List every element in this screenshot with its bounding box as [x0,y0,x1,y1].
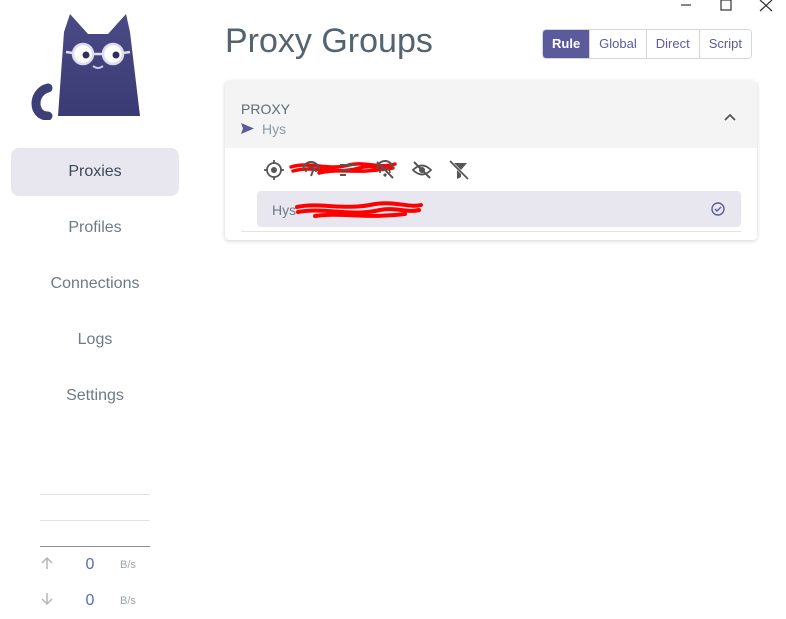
sort-icon[interactable] [337,159,359,181]
proxy-group-card: PROXY Hys Hys [225,81,757,240]
group-toolbar [263,159,485,181]
page-title: Proxy Groups [225,22,433,60]
sidebar-nav: Proxies Profiles Connections Logs Settin… [11,148,179,428]
delay-test-icon[interactable] [300,159,322,181]
sidebar-item-connections[interactable]: Connections [11,260,179,308]
send-icon [241,121,254,137]
traffic-divider [40,494,150,495]
proxy-group-header[interactable]: PROXY Hys [225,81,757,175]
download-row: 0 B/s [40,583,150,619]
upload-speed-unit: B/s [120,559,136,571]
sidebar: Proxies Profiles Connections Logs Settin… [0,0,190,609]
proxy-item-name: Hys [272,202,297,218]
traffic-divider [40,520,150,521]
minimize-icon [681,4,691,6]
filter-icon[interactable] [448,159,470,181]
traffic-panel: 0 B/s 0 B/s [40,494,150,619]
mode-script-button[interactable]: Script [698,30,751,58]
upload-row: 0 B/s [40,547,150,583]
locate-icon[interactable] [263,159,285,181]
arrow-down-icon [40,592,60,611]
group-name: PROXY [241,101,291,117]
close-button[interactable] [746,0,786,14]
chevron-up-icon[interactable] [723,109,737,127]
mode-rule-button[interactable]: Rule [543,30,590,58]
check-circle-icon [711,202,725,221]
group-current-proxy: Hys [241,121,397,175]
upload-speed-value: 0 [85,556,95,573]
window-controls [666,0,786,14]
download-speed-value: 0 [85,592,95,609]
sidebar-item-settings[interactable]: Settings [11,372,179,420]
sidebar-item-logs[interactable]: Logs [11,316,179,364]
filter-timeout-icon[interactable] [374,159,396,181]
group-current-proxy-name: Hys [262,121,287,137]
redaction-mark [295,201,423,218]
arrow-up-icon [40,556,60,575]
minimize-button[interactable] [666,0,706,14]
download-speed-unit: B/s [120,595,136,607]
maximize-icon [720,0,732,11]
maximize-button[interactable] [706,0,746,14]
card-divider [241,231,741,232]
mode-global-button[interactable]: Global [589,30,646,58]
cat-logo-icon [31,14,140,120]
mode-switch: Rule Global Direct Script [542,29,752,59]
proxy-item[interactable]: Hys [257,191,741,227]
close-icon [759,0,773,12]
sidebar-item-proxies[interactable]: Proxies [11,148,179,196]
sidebar-item-profiles[interactable]: Profiles [11,204,179,252]
hide-icon[interactable] [411,159,433,181]
mode-direct-button[interactable]: Direct [645,30,699,58]
